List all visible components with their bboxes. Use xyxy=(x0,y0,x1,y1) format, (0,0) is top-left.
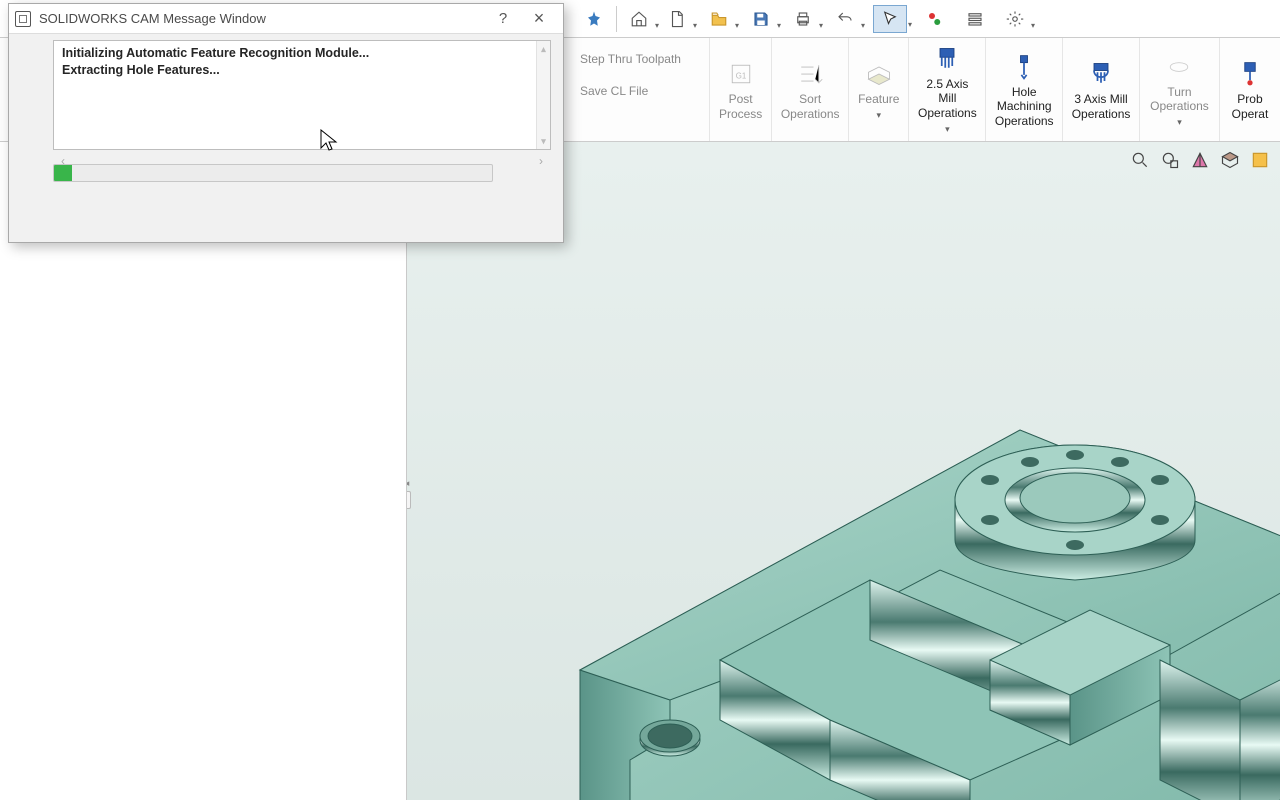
feature-button[interactable]: Feature ▾ xyxy=(849,38,909,141)
turn-label: Turn Operations xyxy=(1150,85,1209,114)
appearance-icon[interactable] xyxy=(1248,148,1272,172)
sort-icon xyxy=(794,58,826,90)
pin-icon[interactable] xyxy=(580,5,608,33)
save-button[interactable] xyxy=(747,5,775,33)
25-axis-mill-button[interactable]: 2.5 Axis Mill Operations ▾ xyxy=(909,38,986,141)
dialog-body: Initializing Automatic Feature Recogniti… xyxy=(9,34,563,194)
hole-machining-button[interactable]: Hole Machining Operations xyxy=(986,38,1063,141)
dropdown-caret: ▾ xyxy=(877,110,882,121)
step-thru-toolpath-button[interactable]: Step Thru Toolpath xyxy=(580,52,681,66)
probe-icon xyxy=(1234,58,1266,90)
mill-3-label: 3 Axis Mill Operations xyxy=(1072,92,1131,121)
message-log: Initializing Automatic Feature Recogniti… xyxy=(53,40,551,150)
save-cl-label: Save CL File xyxy=(580,84,648,98)
sort-operations-button[interactable]: Sort Operations xyxy=(772,38,849,141)
post-process-icon: G1 xyxy=(725,58,757,90)
log-line: Extracting Hole Features... xyxy=(62,62,542,79)
undo-button[interactable] xyxy=(831,5,859,33)
turn-icon xyxy=(1163,51,1195,83)
log-line: Initializing Automatic Feature Recogniti… xyxy=(62,45,542,62)
feature-icon xyxy=(863,58,895,90)
zoom-area-icon[interactable] xyxy=(1158,148,1182,172)
post-process-label: Post Process xyxy=(719,92,762,121)
3-axis-mill-button[interactable]: 3 Axis Mill Operations xyxy=(1063,38,1140,141)
dropdown-caret: ▾ xyxy=(1177,117,1182,128)
hole-label: Hole Machining Operations xyxy=(995,85,1054,128)
mouse-cursor-icon xyxy=(320,129,338,153)
3d-model-display xyxy=(520,200,1280,800)
mill-3-icon xyxy=(1085,58,1117,90)
display-style-icon[interactable] xyxy=(1218,148,1242,172)
close-button[interactable]: × xyxy=(521,5,557,33)
hole-icon xyxy=(1008,51,1040,83)
probe-label: Prob Operat xyxy=(1232,92,1269,121)
progress-fill xyxy=(54,165,72,181)
section-view-icon[interactable] xyxy=(1188,148,1212,172)
vertical-scrollbar[interactable]: ▴▾ xyxy=(536,41,550,149)
mill-25-icon xyxy=(931,44,963,75)
help-button[interactable]: ? xyxy=(485,5,521,33)
dialog-titlebar[interactable]: SOLIDWORKS CAM Message Window ? × xyxy=(9,4,563,34)
heads-up-view-toolbar xyxy=(1128,148,1272,172)
progress-bar xyxy=(53,164,493,182)
sort-label: Sort Operations xyxy=(781,92,840,121)
scroll-right-icon[interactable]: › xyxy=(539,154,543,168)
panel-splitter-handle[interactable] xyxy=(407,471,412,515)
select-button[interactable] xyxy=(873,5,907,33)
open-button[interactable] xyxy=(705,5,733,33)
zoom-fit-icon[interactable] xyxy=(1128,148,1152,172)
window-icon xyxy=(15,11,31,27)
feature-label: Feature xyxy=(858,92,899,106)
cam-message-window: SOLIDWORKS CAM Message Window ? × Initia… xyxy=(8,3,564,243)
options-list-button[interactable] xyxy=(961,5,989,33)
step-thru-label: Step Thru Toolpath xyxy=(580,52,681,66)
dialog-title: SOLIDWORKS CAM Message Window xyxy=(39,11,485,26)
print-button[interactable] xyxy=(789,5,817,33)
svg-text:G1: G1 xyxy=(735,71,745,80)
settings-button[interactable] xyxy=(1001,5,1029,33)
post-process-button[interactable]: G1 Post Process xyxy=(710,38,772,141)
toolpath-group: Step Thru Toolpath Save CL File xyxy=(570,38,710,141)
save-cl-file-button[interactable]: Save CL File xyxy=(580,84,648,98)
probe-operations-button[interactable]: Prob Operat xyxy=(1220,38,1280,141)
turn-operations-button[interactable]: Turn Operations ▾ xyxy=(1140,38,1220,141)
mill-25-label: 2.5 Axis Mill Operations xyxy=(918,77,977,120)
separator xyxy=(616,6,617,32)
new-doc-button[interactable] xyxy=(663,5,691,33)
rebuild-button[interactable] xyxy=(921,5,949,33)
home-button[interactable] xyxy=(625,5,653,33)
dropdown-caret: ▾ xyxy=(945,124,950,135)
